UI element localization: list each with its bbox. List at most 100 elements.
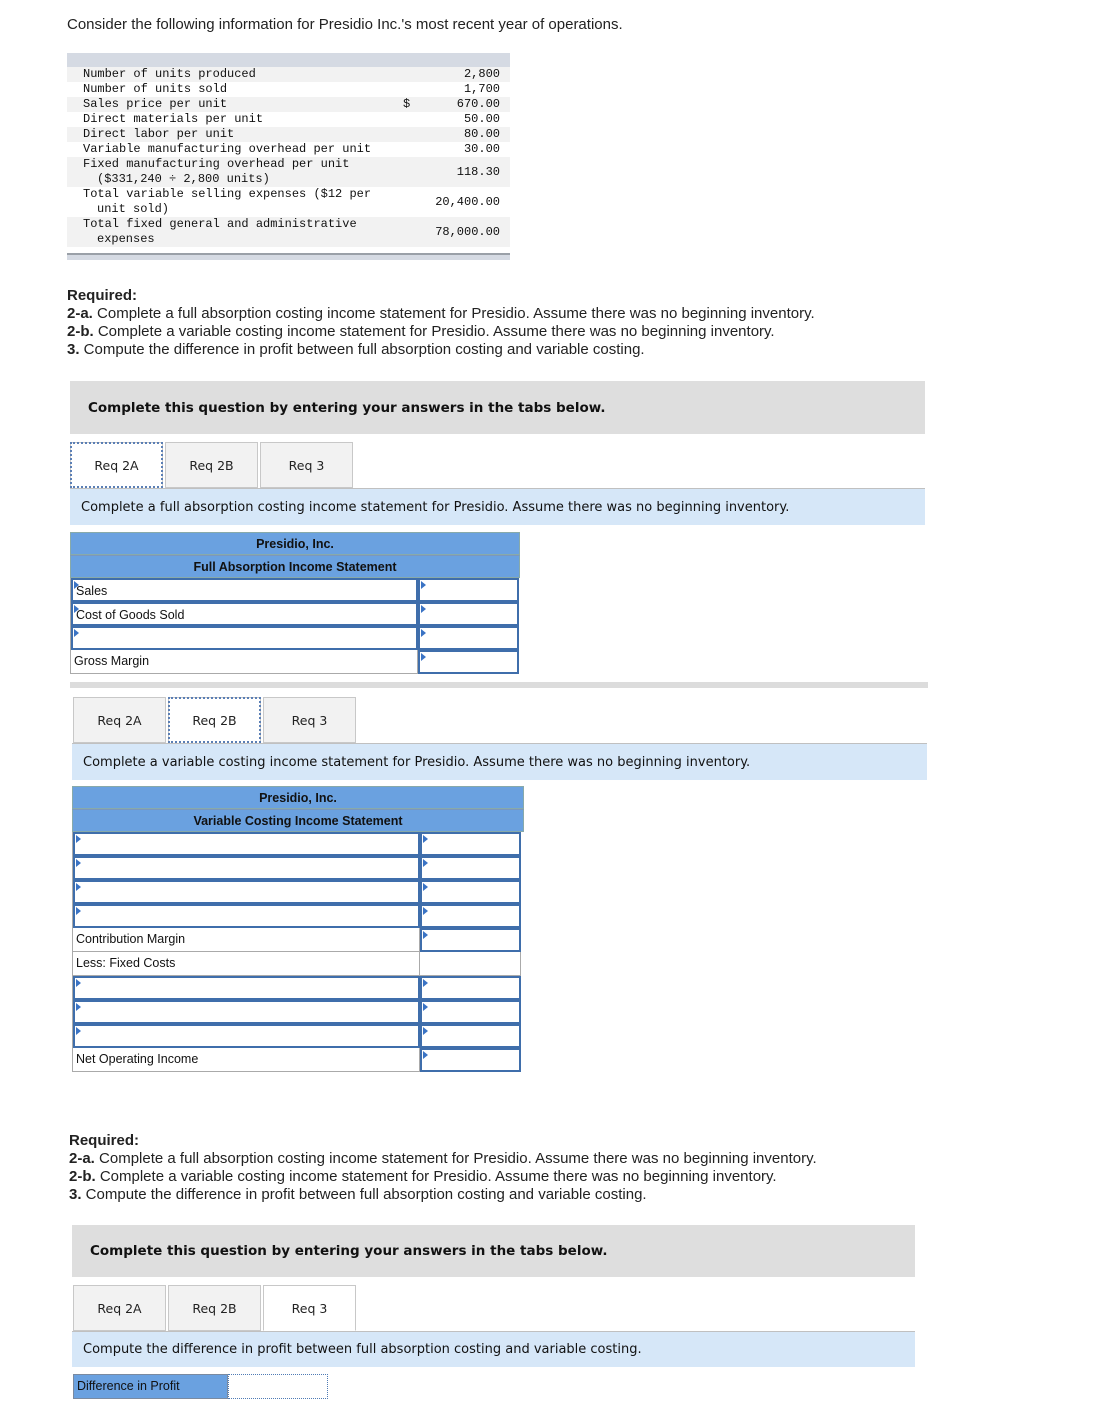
line-item-label-text: Net Operating Income [76,1052,199,1066]
info-row: Fixed manufacturing overhead per unit ($3… [67,157,510,187]
dropdown-marker-icon [74,605,79,613]
statement-row: Cost of Goods Sold [70,602,520,626]
statement-row: Less: Fixed Costs [72,952,524,976]
required-item-3: 3. Compute the difference in profit betw… [69,1186,817,1204]
statement-row: Sales [70,578,520,602]
info-row: Direct labor per unit 80.00 [67,127,510,142]
amount-input[interactable] [418,650,519,674]
info-label: Total variable selling expenses ($12 per… [83,187,403,217]
required-item-number: 3. [67,341,80,358]
info-currency: $ [403,97,411,111]
statement-title: Full Absorption Income Statement [70,555,520,578]
statement-row [70,626,520,650]
line-item-label-select[interactable] [71,626,418,650]
info-value: 78,000.00 [435,224,500,239]
empty-cell [420,952,521,976]
line-item-label-select[interactable] [73,856,420,880]
statement-row [72,856,524,880]
required-item-text: Complete a variable costing income state… [93,323,775,340]
input-marker-icon [423,1027,428,1035]
info-label: Number of units sold [83,82,403,97]
info-label: Sales price per unit [83,97,403,112]
required-heading: Required: [69,1132,140,1149]
statement-row [72,832,524,856]
statement-row: Contribution Margin [72,928,524,952]
amount-input[interactable] [420,856,521,880]
required-item-text: Compute the difference in profit between… [81,1186,647,1203]
amount-input[interactable] [420,1000,521,1024]
amount-input[interactable] [420,880,521,904]
instructions-banner: Complete this question by entering your … [70,381,925,434]
line-item-label: Cost of Goods Sold [76,608,185,622]
tab-req-2a[interactable]: Req 2A [73,1285,166,1331]
amount-input[interactable] [420,976,521,1000]
statement-row [72,880,524,904]
tab-req-2a[interactable]: Req 2A [73,697,166,743]
tab-req-3[interactable]: Req 3 [263,1285,356,1331]
amount-input[interactable] [418,626,519,650]
info-label: Direct materials per unit [83,112,403,127]
info-label: Number of units produced [83,67,403,82]
tab-req-2a[interactable]: Req 2A [70,442,163,488]
info-table-top-bar [67,53,510,67]
tab-req-3[interactable]: Req 3 [260,442,353,488]
input-marker-icon [423,979,428,987]
tab-req-3[interactable]: Req 3 [263,697,356,743]
info-row: Sales price per unit $670.00 [67,97,510,112]
info-label-text: Direct labor per unit [83,127,235,141]
variable-costing-statement: Presidio, Inc. Variable Costing Income S… [72,786,524,1072]
required-item-text: Complete a full absorption costing incom… [92,305,815,322]
amount-input[interactable] [420,1024,521,1048]
amount-input[interactable] [418,578,519,602]
section-divider [70,682,928,688]
dropdown-marker-icon [76,835,81,843]
line-item-label-select[interactable]: Cost of Goods Sold [71,602,418,626]
line-item-label: Less: Fixed Costs [73,952,420,976]
info-row: Direct materials per unit 50.00 [67,112,510,127]
info-label-text: Number of units produced [83,67,256,81]
info-value: 50.00 [463,112,500,126]
line-item-label: Contribution Margin [73,928,420,952]
statement-row [72,976,524,1000]
info-label-text: Sales price per unit [83,97,228,111]
amount-input[interactable] [420,904,521,928]
info-value: 30.00 [463,142,500,156]
dropdown-marker-icon [76,859,81,867]
dropdown-marker-icon [76,907,81,915]
info-value: 20,400.00 [435,194,500,209]
dropdown-marker-icon [76,1003,81,1011]
line-item-label-text: Contribution Margin [76,932,186,946]
amount-input[interactable] [420,928,521,952]
info-label: Fixed manufacturing overhead per unit ($3… [83,157,403,187]
required-item-text: Complete a variable costing income state… [95,1168,777,1185]
line-item-label-select[interactable] [73,880,420,904]
dropdown-marker-icon [76,979,81,987]
dropdown-marker-icon [74,581,79,589]
tab-req-2b[interactable]: Req 2B [168,697,261,743]
input-marker-icon [423,1051,428,1059]
req2b-instruction: Complete a variable costing income state… [72,743,927,780]
info-label: Total fixed general and administrative ex… [83,217,403,247]
info-value: 670.00 [456,97,500,111]
info-value: 80.00 [463,127,500,141]
line-item-label-select[interactable] [73,832,420,856]
input-marker-icon [423,835,428,843]
statement-row: Net Operating Income [72,1048,524,1072]
line-item-label-select[interactable] [73,904,420,928]
amount-input[interactable] [418,602,519,626]
info-value: 1,700 [463,82,500,96]
info-value: 2,800 [463,67,500,81]
required-item-text: Complete a full absorption costing incom… [94,1150,817,1167]
input-marker-icon [423,859,428,867]
tab-req-2b[interactable]: Req 2B [168,1285,261,1331]
amount-input[interactable] [420,1048,521,1072]
amount-input[interactable] [420,832,521,856]
line-item-label-select[interactable]: Sales [71,578,418,602]
line-item-label-select[interactable] [73,1000,420,1024]
line-item-label-select[interactable] [73,976,420,1000]
difference-in-profit-input[interactable] [228,1374,328,1399]
input-marker-icon [423,931,428,939]
line-item-label-select[interactable] [73,1024,420,1048]
tab-req-2b[interactable]: Req 2B [165,442,258,488]
required-section: Required: 2-a. Complete a full absorptio… [69,1132,817,1204]
